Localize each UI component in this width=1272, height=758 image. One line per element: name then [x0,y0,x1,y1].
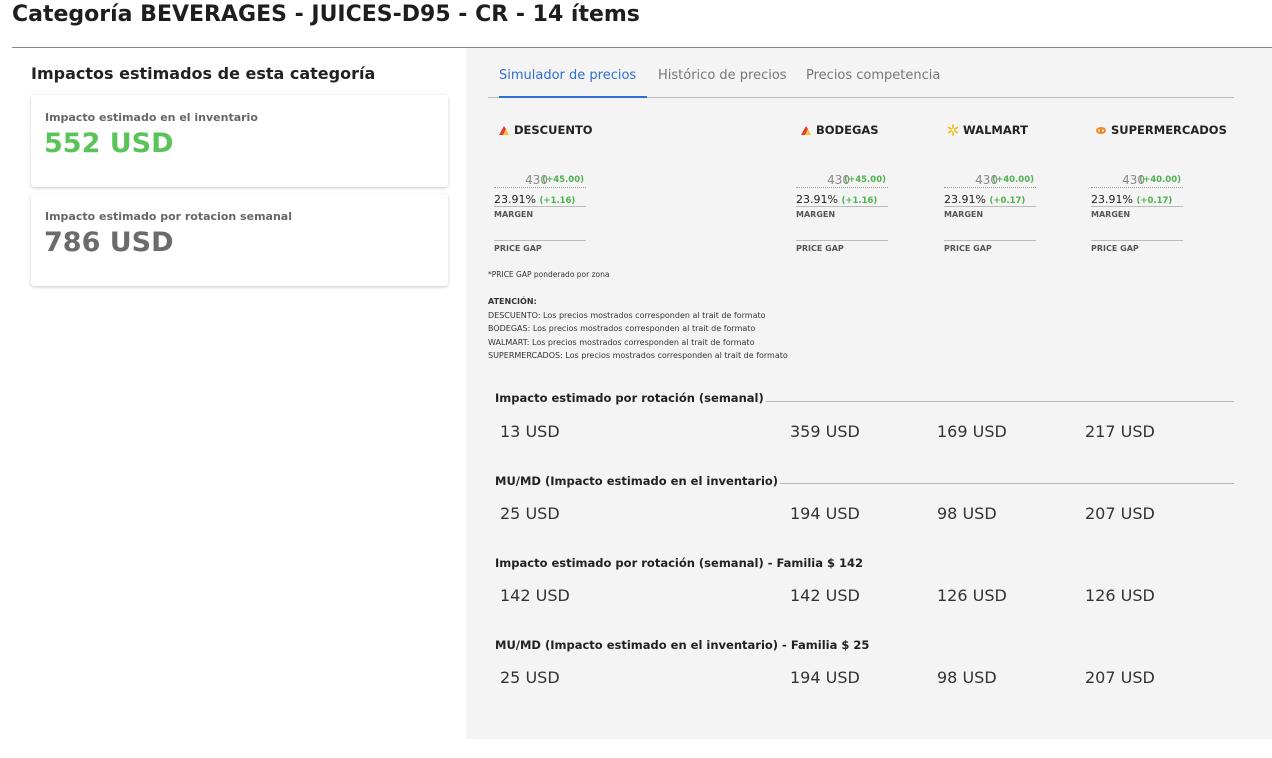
margin-label: MARGEN [494,210,534,219]
attention-line: DESCUENTO: Los precios mostrados corresp… [488,310,766,320]
price-gap-field [796,219,888,241]
competitor-supermercados: SUPERMERCADOS [1095,123,1227,137]
section-value: 13 USD [500,422,560,441]
section-value: 359 USD [790,422,860,441]
margin-delta: (+0.17) [1136,196,1173,206]
rotation-impact-card: Impacto estimado por rotacion semanal 78… [31,194,448,286]
section-value: 194 USD [790,668,860,687]
section-value: 169 USD [937,422,1007,441]
section-value: 126 USD [1085,586,1155,605]
price-column-walmart: 430 (+40.00) 23.91% (+0.17) MARGEN PRICE … [944,170,1036,253]
price-column-bodegas: 430 (+45.00) 23.91% (+1.16) MARGEN PRICE … [796,170,888,253]
competitor-descuento: DESCUENTO [498,123,593,137]
section-value: 142 USD [500,586,570,605]
attention-line: WALMART: Los precios mostrados correspon… [488,337,755,347]
section-value: 98 USD [937,504,997,523]
price-gap-field [1091,219,1183,241]
margin-value: 23.91% [944,193,986,206]
price-gap-field [944,219,1036,241]
competitor-name: BODEGAS [816,123,879,137]
section-value: 126 USD [937,586,1007,605]
price-delta: (+45.00) [542,175,584,185]
supermercados-logo-icon [1096,127,1106,134]
margin-value: 23.91% [796,193,838,206]
competitor-bodegas: BODEGAS [800,123,879,137]
margin-delta: (+1.16) [539,196,576,206]
section-value: 194 USD [790,504,860,523]
impacts-heading: Impactos estimados de esta categoría [31,64,376,83]
price-gap-label: PRICE GAP [796,244,844,253]
price-column-descuento: 430 (+45.00) 23.91% (+1.16) MARGEN PRICE … [494,170,586,253]
page-title: Categoría BEVERAGES - JUICES-D95 - CR - … [12,2,640,27]
price-delta: (+45.00) [844,175,886,185]
margin-label: MARGEN [1091,210,1131,219]
section-title-rotation: Impacto estimado por rotación (semanal) [495,391,766,405]
section-value: 217 USD [1085,422,1155,441]
price-gap-field [494,219,586,241]
price-delta: (+40.00) [1139,175,1181,185]
competitor-walmart: WALMART [947,123,1028,137]
section-value: 142 USD [790,586,860,605]
attention-line: BODEGAS: Los precios mostrados correspon… [488,324,756,333]
margin-delta: (+1.16) [841,196,878,206]
rotation-impact-label: Impacto estimado por rotacion semanal [45,210,292,223]
rotation-impact-value: 786 USD [44,227,174,258]
tab-simulador[interactable]: Simulador de precios [499,68,647,98]
simulator-panel: Simulador de precios Histórico de precio… [466,48,1272,739]
competitor-name: DESCUENTO [514,123,593,137]
bodegas-logo-icon [801,126,811,135]
attention-notice: ATENCIÓN: DESCUENTO: Los precios mostrad… [488,295,788,363]
price-delta: (+40.00) [992,175,1034,185]
competitor-name: WALMART [963,123,1028,137]
section-title-inventory: MU/MD (Impacto estimado en el inventario… [495,474,781,488]
attention-line: SUPERMERCADOS: Los precios mostrados cor… [488,351,788,360]
margin-value: 23.91% [494,193,536,206]
inventory-impact-value: 552 USD [44,128,174,159]
margin-label: MARGEN [796,210,836,219]
section-value: 25 USD [500,668,560,687]
inventory-impact-label: Impacto estimado en el inventario [45,111,258,124]
price-gap-label: PRICE GAP [494,244,542,253]
inventory-impact-card: Impacto estimado en el inventario 552 US… [31,95,448,187]
margin-label: MARGEN [944,210,984,219]
section-value: 207 USD [1085,668,1155,687]
price-gap-label: PRICE GAP [944,244,992,253]
tab-historico[interactable]: Histórico de precios [658,68,787,98]
section-value: 98 USD [937,668,997,687]
descuento-logo-icon [499,126,509,135]
section-title-inventory-family: MU/MD (Impacto estimado en el inventario… [495,638,872,652]
price-gap-footnote: *PRICE GAP ponderado por zona [488,270,610,279]
tab-competencia[interactable]: Precios competencia [806,68,940,98]
attention-heading: ATENCIÓN: [488,297,537,306]
price-gap-label: PRICE GAP [1091,244,1139,253]
section-value: 207 USD [1085,504,1155,523]
margin-delta: (+0.17) [989,196,1026,206]
section-value: 25 USD [500,504,560,523]
margin-value: 23.91% [1091,193,1133,206]
section-title-rotation-family: Impacto estimado por rotación (semanal) … [495,556,866,570]
tab-bar: Simulador de precios Histórico de precio… [488,66,1234,98]
walmart-spark-icon [947,124,959,136]
competitor-name: SUPERMERCADOS [1111,123,1227,137]
price-column-supermercados: 430 (+40.00) 23.91% (+0.17) MARGEN PRICE … [1091,170,1183,253]
